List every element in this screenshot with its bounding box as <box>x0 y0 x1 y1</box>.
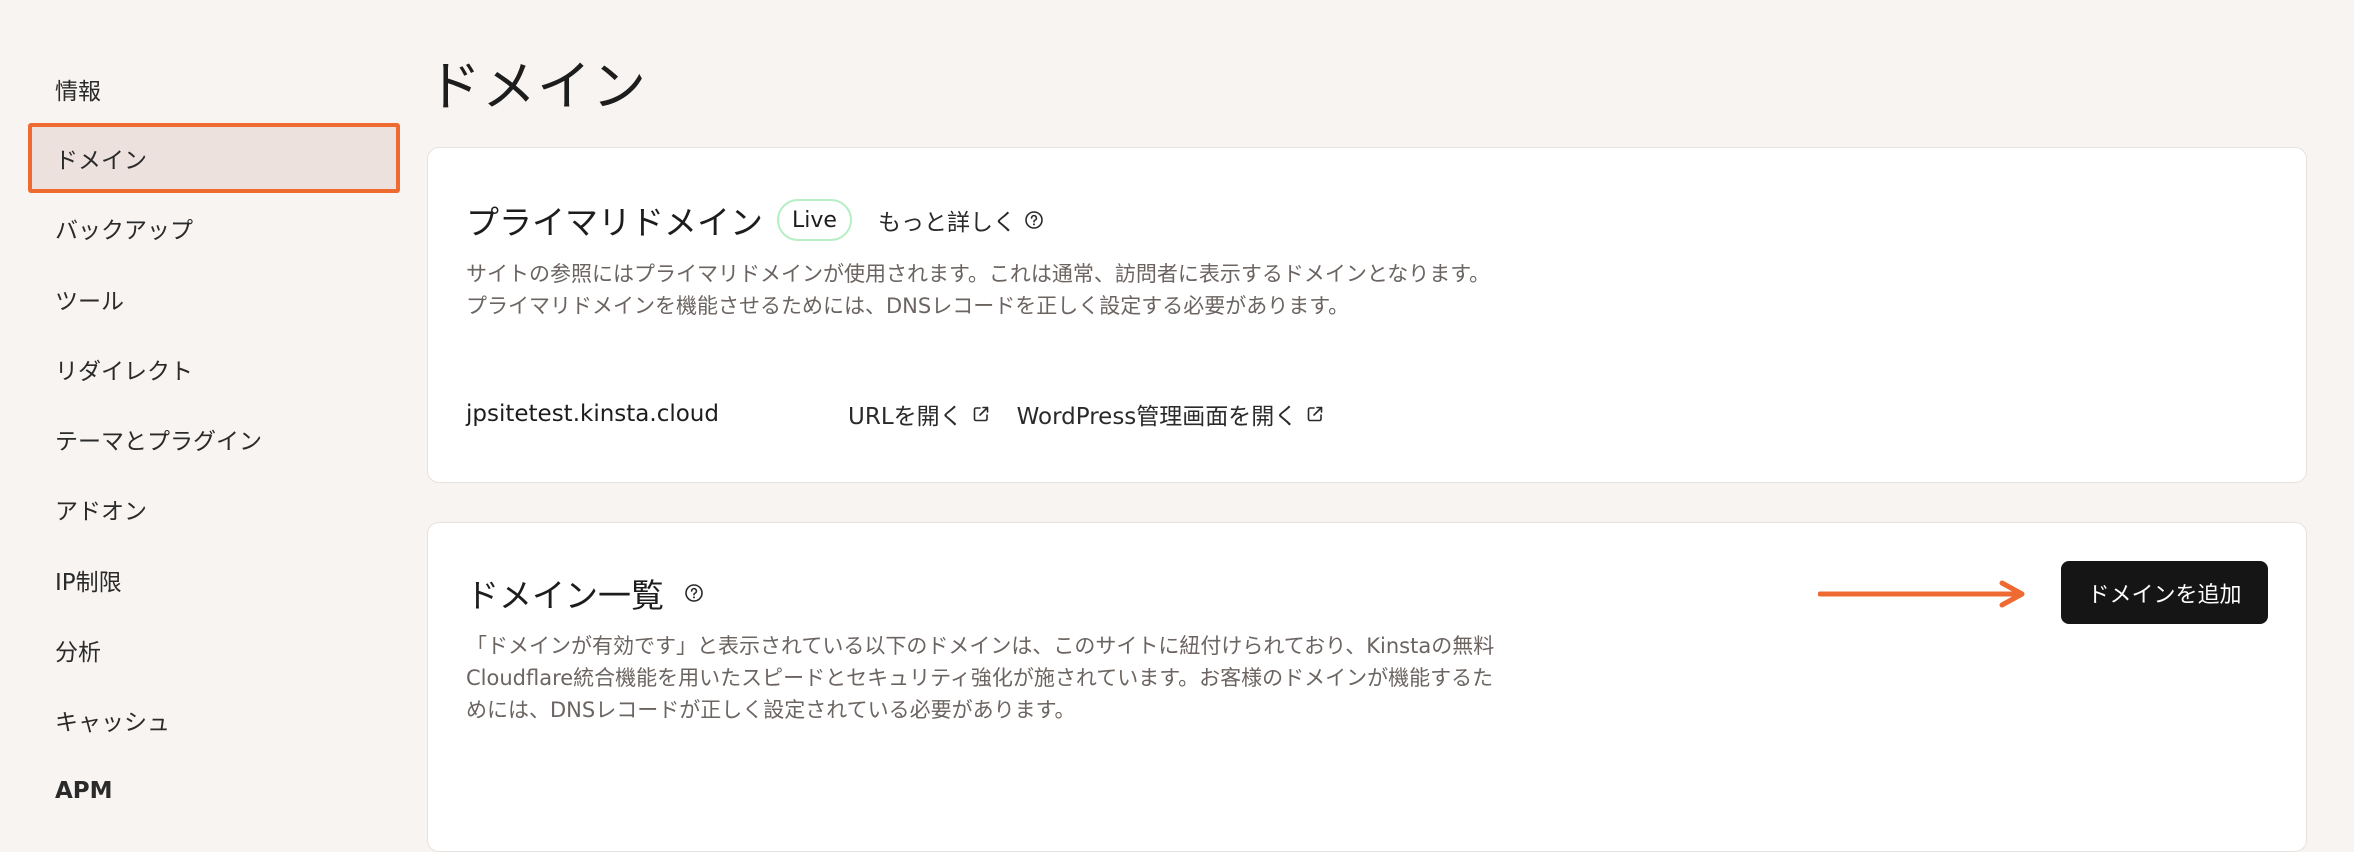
sidebar-item-ip-deny[interactable]: IP制限 <box>28 545 400 615</box>
sidebar-item-domains[interactable]: ドメイン <box>28 123 400 193</box>
sidebar-item-tools[interactable]: ツール <box>28 264 400 334</box>
open-url-label: URLを開く <box>848 404 963 430</box>
domain-list-card: ドメイン一覧 「ドメインが有効です」と表示されている以下のドメインは、このサイト… <box>427 522 2307 852</box>
primary-domain-name: jpsitetest.kinsta.cloud <box>466 401 719 427</box>
sidebar-item-backups[interactable]: バックアップ <box>28 193 400 263</box>
sidebar-item-caching[interactable]: キャッシュ <box>28 685 400 755</box>
learn-more-link[interactable]: もっと詳しく <box>878 203 1044 237</box>
sidebar-item-info[interactable]: 情報 <box>28 54 400 124</box>
external-link-icon <box>1305 404 1325 424</box>
sidebar: 情報 ドメイン バックアップ ツール リダイレクト テーマとプラグイン アドオン… <box>0 0 420 826</box>
page-title: ドメイン <box>427 55 647 118</box>
annotation-arrow-icon <box>1818 580 2025 608</box>
learn-more-label: もっと詳しく <box>877 210 1016 236</box>
primary-domain-row: jpsitetest.kinsta.cloud URLを開く WordPress… <box>466 397 1351 431</box>
external-link-icon <box>971 404 991 424</box>
sidebar-item-apm[interactable]: APM <box>28 756 400 826</box>
domain-list-description: 「ドメインが有効です」と表示されている以下のドメインは、このサイトに紐付けられて… <box>466 634 1495 722</box>
sidebar-item-themes-plugins[interactable]: テーマとプラグイン <box>28 404 400 474</box>
primary-domain-description: サイトの参照にはプライマリドメインが使用されます。これは通常、訪問者に表示するド… <box>466 262 1491 318</box>
open-wp-admin-link[interactable]: WordPress管理画面を開く <box>1017 397 1326 431</box>
add-domain-button[interactable]: ドメインを追加 <box>2061 561 2268 624</box>
open-wp-admin-label: WordPress管理画面を開く <box>1016 404 1298 430</box>
open-url-link[interactable]: URLを開く <box>848 397 991 431</box>
domain-list-heading-row: ドメイン一覧 <box>466 569 704 617</box>
help-icon <box>1024 210 1044 230</box>
primary-domain-card: プライマリドメイン Live もっと詳しく サイトの参照にはプライマリドメインが… <box>427 147 2307 483</box>
domain-list-heading: ドメイン一覧 <box>466 576 664 615</box>
primary-domain-heading: プライマリドメイン <box>466 203 763 242</box>
primary-domain-heading-row: プライマリドメイン Live もっと詳しく <box>466 196 1044 244</box>
help-icon[interactable] <box>684 583 704 603</box>
live-status-badge: Live <box>777 199 852 241</box>
sidebar-item-analytics[interactable]: 分析 <box>28 615 400 685</box>
sidebar-item-redirects[interactable]: リダイレクト <box>28 334 400 404</box>
sidebar-item-addons[interactable]: アドオン <box>28 474 400 544</box>
